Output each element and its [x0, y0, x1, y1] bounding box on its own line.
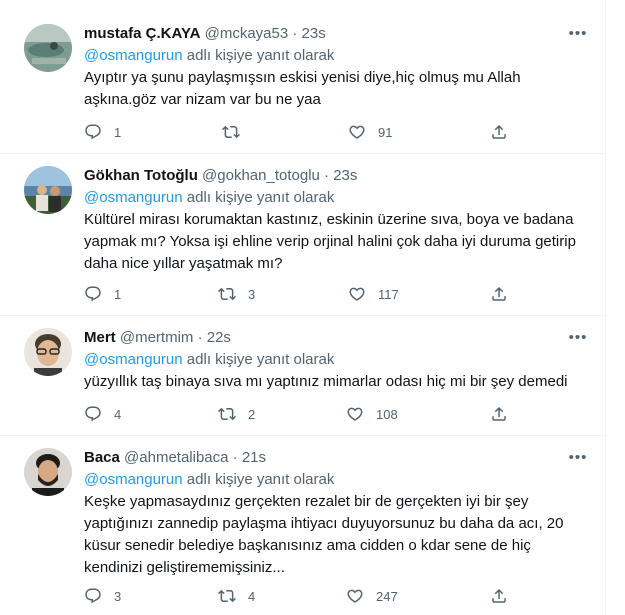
author-handle[interactable]: @gokhan_totoglu [202, 167, 320, 184]
share-button[interactable] [490, 284, 508, 304]
author-handle[interactable]: @mckaya53 [205, 25, 289, 42]
retweet-icon [218, 589, 236, 603]
reply-context: @osmangurun adlı kişiye yanıt olarak [84, 470, 588, 490]
reply-feed: mustafa Ç.KAYA @mckaya53 · 23s ••• @osma… [0, 0, 606, 615]
reply-prefix: adlı kişiye yanıt olarak [186, 471, 335, 488]
tweet-actions: 4 2 108 [84, 404, 524, 424]
reply-mention-link[interactable]: @osmangurun [84, 47, 183, 64]
reply-icon [85, 406, 101, 422]
timestamp[interactable]: 22s [207, 329, 231, 346]
retweet-icon [218, 287, 236, 301]
avatar[interactable] [24, 448, 72, 496]
like-button[interactable]: 91 [348, 122, 392, 142]
timestamp[interactable]: 23s [302, 25, 326, 42]
reply-prefix: adlı kişiye yanıt olarak [186, 351, 335, 368]
avatar[interactable] [24, 166, 72, 214]
author-name[interactable]: Gökhan Totoğlu [84, 167, 198, 184]
author-handle[interactable]: @mertmim [120, 329, 194, 346]
reply-button[interactable]: 1 [84, 284, 121, 304]
heart-icon [347, 407, 363, 421]
reply-tweet[interactable]: Baca @ahmetalibaca · 21s ••• @osmangurun… [0, 436, 606, 615]
author-name[interactable]: Mert [84, 329, 116, 346]
reply-mention-link[interactable]: @osmangurun [84, 351, 183, 368]
separator-dot: · [292, 25, 298, 42]
retweet-count: 4 [248, 588, 256, 604]
timestamp[interactable]: 21s [242, 449, 266, 466]
reply-count: 3 [114, 588, 122, 604]
retweet-button[interactable]: 2 [218, 404, 255, 424]
like-count: 117 [378, 286, 399, 302]
share-icon [492, 124, 506, 139]
reply-icon [85, 124, 101, 140]
like-count: 108 [376, 406, 398, 422]
tweet-text: Kültürel mirası korumaktan kastınız, esk… [84, 211, 576, 272]
reply-button[interactable]: 4 [84, 404, 121, 424]
separator-dot: · [232, 449, 238, 466]
retweet-button[interactable] [222, 122, 252, 142]
more-options-icon[interactable]: ••• [568, 328, 588, 348]
share-button[interactable] [490, 404, 508, 424]
tweet-text: yüzyıllık taş binaya sıva mı yaptınız mi… [84, 373, 568, 390]
reply-count: 1 [114, 286, 122, 302]
reply-context: @osmangurun adlı kişiye yanıt olarak [84, 188, 588, 208]
more-options-icon[interactable]: ••• [568, 448, 588, 468]
retweet-button[interactable]: 3 [218, 284, 255, 304]
reply-icon [85, 588, 101, 604]
timestamp[interactable]: 23s [333, 167, 357, 184]
author-name[interactable]: mustafa Ç.KAYA [84, 25, 200, 42]
retweet-icon [218, 407, 236, 421]
like-count: 247 [376, 588, 398, 604]
like-button[interactable]: 117 [348, 284, 399, 304]
tweet-actions: 1 3 117 [84, 284, 524, 304]
tweet-actions: 1 91 [84, 122, 524, 142]
reply-context: @osmangurun adlı kişiye yanıt olarak [84, 46, 588, 66]
reply-context: @osmangurun adlı kişiye yanıt olarak [84, 350, 588, 370]
author-name[interactable]: Baca [84, 449, 120, 466]
share-icon [492, 406, 506, 421]
separator-dot: · [197, 329, 203, 346]
tweet-actions: 3 4 247 [84, 586, 524, 606]
reply-mention-link[interactable]: @osmangurun [84, 189, 183, 206]
heart-icon [349, 287, 365, 301]
heart-icon [347, 589, 363, 603]
tweet-text: Ayıptır ya şunu paylaşmışsın eskisi yeni… [84, 69, 521, 108]
reply-tweet[interactable]: Gökhan Totoğlu @gokhan_totoglu · 23s @os… [0, 154, 606, 316]
heart-icon [349, 125, 365, 139]
reply-button[interactable]: 1 [84, 122, 121, 142]
like-button[interactable]: 247 [346, 586, 398, 606]
author-handle[interactable]: @ahmetalibaca [124, 449, 228, 466]
share-button[interactable] [490, 122, 508, 142]
avatar[interactable] [24, 24, 72, 72]
reply-button[interactable]: 3 [84, 586, 121, 606]
retweet-button[interactable]: 4 [218, 586, 255, 606]
tweet-text: Keşke yapmasaydınız gerçekten rezalet bi… [84, 493, 564, 576]
reply-prefix: adlı kişiye yanıt olarak [186, 189, 335, 206]
share-button[interactable] [490, 586, 508, 606]
retweet-count: 3 [248, 286, 256, 302]
reply-icon [85, 286, 101, 302]
more-options-icon[interactable]: ••• [568, 24, 588, 44]
share-icon [492, 286, 506, 301]
avatar[interactable] [24, 328, 72, 376]
reply-count: 1 [114, 124, 122, 140]
retweet-icon [222, 125, 240, 139]
reply-tweet[interactable]: Mert @mertmim · 22s ••• @osmangurun adlı… [0, 316, 606, 436]
reply-count: 4 [114, 406, 122, 422]
like-count: 91 [378, 124, 393, 140]
like-button[interactable]: 108 [346, 404, 398, 424]
reply-prefix: adlı kişiye yanıt olarak [186, 47, 335, 64]
share-icon [492, 588, 506, 603]
retweet-count: 2 [248, 406, 256, 422]
reply-tweet[interactable]: mustafa Ç.KAYA @mckaya53 · 23s ••• @osma… [0, 12, 606, 154]
separator-dot: · [324, 167, 330, 184]
reply-mention-link[interactable]: @osmangurun [84, 471, 183, 488]
